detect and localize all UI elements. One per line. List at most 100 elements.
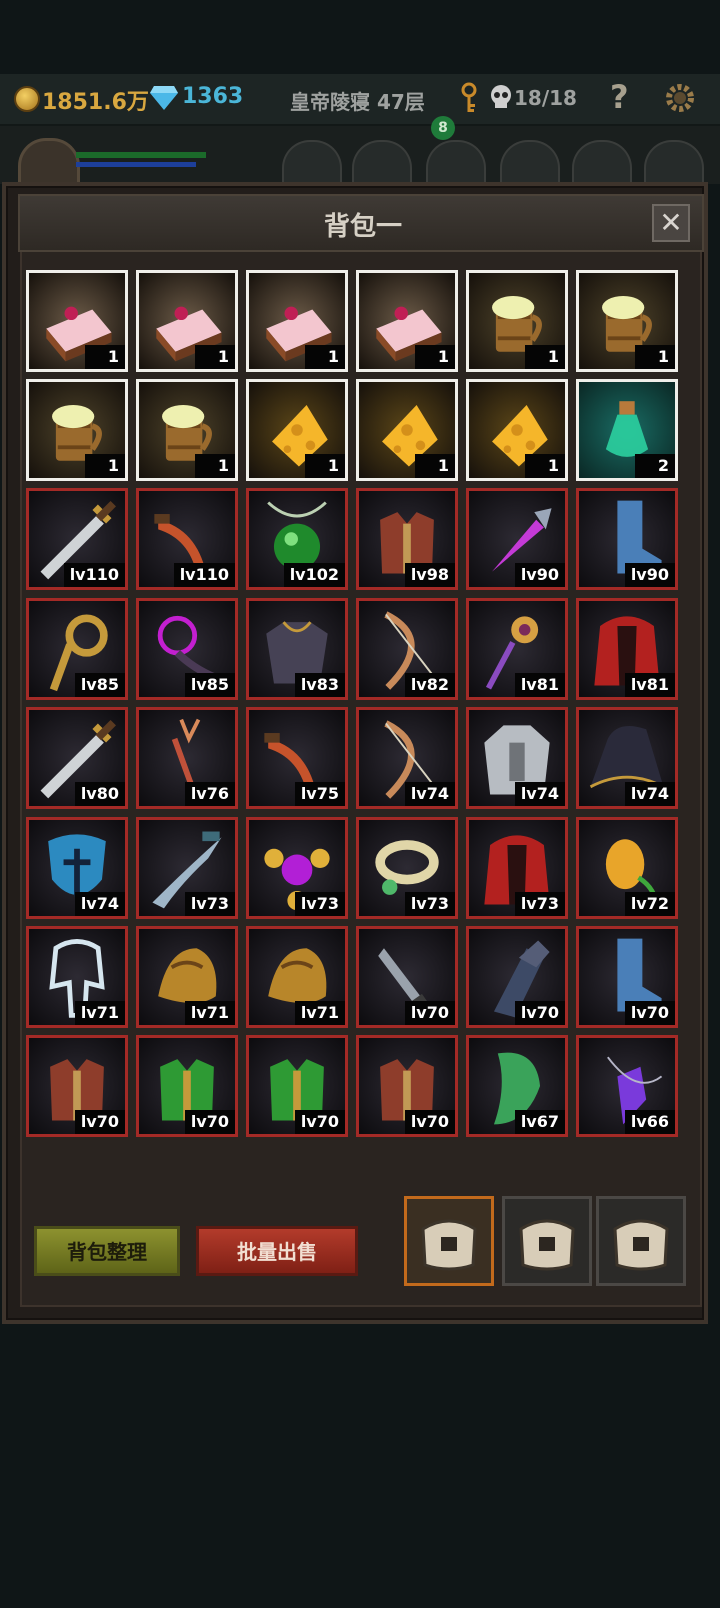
item-level: lv71: [184, 1001, 235, 1025]
equip-tab[interactable]: [572, 140, 632, 186]
item-level: lv71: [294, 1001, 345, 1025]
equipment-slot[interactable]: lv75: [246, 707, 348, 809]
equipment-slot[interactable]: lv85: [136, 598, 238, 700]
equipment-slot[interactable]: lv74: [356, 707, 458, 809]
equipment-slot[interactable]: lv110: [136, 488, 238, 590]
consumable-slot[interactable]: 1: [246, 379, 348, 481]
bag-tab-1[interactable]: [404, 1196, 494, 1286]
item-level: lv76: [184, 782, 235, 806]
notification-badge: 8: [431, 116, 455, 140]
equipment-slot[interactable]: lv83: [246, 598, 348, 700]
item-level: lv74: [404, 782, 455, 806]
equipment-slot[interactable]: lv71: [136, 926, 238, 1028]
equipment-slot[interactable]: lv70: [136, 1035, 238, 1137]
close-button[interactable]: ✕: [652, 204, 690, 242]
item-level: lv74: [74, 892, 125, 916]
dungeon-floor-label: 皇帝陵寝 47层: [290, 90, 425, 114]
backpack-icon: [613, 1219, 669, 1271]
item-level: lv102: [283, 563, 345, 587]
equipment-slot[interactable]: lv70: [356, 1035, 458, 1137]
consumable-slot[interactable]: 1: [136, 270, 238, 372]
bulk-sell-button[interactable]: 批量出售: [196, 1226, 358, 1276]
panel-titlebar: 背包一: [18, 194, 704, 252]
item-count: 1: [525, 454, 565, 478]
consumable-slot[interactable]: 1: [136, 379, 238, 481]
consumable-slot[interactable]: 2: [576, 379, 678, 481]
equipment-slot[interactable]: lv73: [136, 817, 238, 919]
equipment-slot[interactable]: lv73: [246, 817, 348, 919]
consumable-slot[interactable]: 1: [246, 270, 348, 372]
equipment-slot[interactable]: lv71: [246, 926, 348, 1028]
item-count: 1: [85, 345, 125, 369]
sort-bag-button[interactable]: 背包整理: [34, 1226, 180, 1276]
item-count: 1: [305, 454, 345, 478]
consumable-slot[interactable]: 1: [356, 270, 458, 372]
item-level: lv90: [624, 563, 675, 587]
bag-tab-3[interactable]: [596, 1196, 686, 1286]
equip-tab[interactable]: [352, 140, 412, 186]
item-level: lv75: [294, 782, 345, 806]
panel-title: 背包一: [323, 212, 402, 242]
item-level: lv70: [184, 1110, 235, 1134]
item-count: 1: [305, 345, 345, 369]
equipment-slot[interactable]: lv70: [26, 1035, 128, 1137]
equipment-slot[interactable]: lv73: [466, 817, 568, 919]
mana-bar: [76, 162, 196, 167]
item-level: lv110: [63, 563, 125, 587]
equipment-slot[interactable]: lv74: [466, 707, 568, 809]
hero-portrait[interactable]: [18, 138, 80, 187]
equipment-slot[interactable]: lv73: [356, 817, 458, 919]
equipment-slot[interactable]: lv66: [576, 1035, 678, 1137]
item-level: lv70: [404, 1001, 455, 1025]
consumable-slot[interactable]: 1: [466, 270, 568, 372]
equip-tab[interactable]: [500, 140, 560, 186]
equip-tab[interactable]: [282, 140, 342, 186]
item-level: lv85: [74, 673, 125, 697]
equipment-slot[interactable]: lv70: [466, 926, 568, 1028]
equipment-slot[interactable]: lv70: [576, 926, 678, 1028]
equip-tab[interactable]: [644, 140, 704, 186]
equipment-slot[interactable]: lv98: [356, 488, 458, 590]
equipment-slot[interactable]: lv74: [26, 817, 128, 919]
consumable-slot[interactable]: 1: [356, 379, 458, 481]
equipment-slot[interactable]: lv71: [26, 926, 128, 1028]
equipment-slot[interactable]: lv72: [576, 817, 678, 919]
equipment-slot[interactable]: lv70: [356, 926, 458, 1028]
equipment-slot[interactable]: lv90: [466, 488, 568, 590]
equipment-slot[interactable]: lv70: [246, 1035, 348, 1137]
bag-tab-2[interactable]: [502, 1196, 592, 1286]
consumable-slot[interactable]: 1: [26, 379, 128, 481]
item-count: 1: [415, 345, 455, 369]
item-level: lv90: [514, 563, 565, 587]
gold-amount: 1851.6万: [42, 90, 149, 115]
equipment-slot[interactable]: lv76: [136, 707, 238, 809]
item-level: lv85: [184, 673, 235, 697]
consumable-slot[interactable]: 1: [26, 270, 128, 372]
equipment-slot[interactable]: lv102: [246, 488, 348, 590]
item-level: lv74: [624, 782, 675, 806]
consumable-slot[interactable]: 1: [466, 379, 568, 481]
gear-icon[interactable]: [664, 82, 696, 114]
gem-amount: 1363: [182, 84, 244, 109]
item-level: lv71: [74, 1001, 125, 1025]
equip-tab[interactable]: [426, 140, 486, 186]
equipment-slot[interactable]: lv67: [466, 1035, 568, 1137]
item-level: lv70: [294, 1110, 345, 1134]
diamond-icon: [150, 86, 178, 110]
equipment-slot[interactable]: lv90: [576, 488, 678, 590]
help-icon[interactable]: ?: [610, 78, 629, 116]
equipment-slot[interactable]: lv74: [576, 707, 678, 809]
item-level: lv98: [404, 563, 455, 587]
equipment-slot[interactable]: lv85: [26, 598, 128, 700]
item-level: lv74: [514, 782, 565, 806]
equipment-slot[interactable]: lv81: [466, 598, 568, 700]
equipment-slot[interactable]: lv110: [26, 488, 128, 590]
equipment-slot[interactable]: lv82: [356, 598, 458, 700]
item-level: lv83: [294, 673, 345, 697]
item-level: lv73: [404, 892, 455, 916]
consumable-slot[interactable]: 1: [576, 270, 678, 372]
item-level: lv67: [514, 1110, 565, 1134]
item-level: lv70: [624, 1001, 675, 1025]
equipment-slot[interactable]: lv81: [576, 598, 678, 700]
equipment-slot[interactable]: lv80: [26, 707, 128, 809]
